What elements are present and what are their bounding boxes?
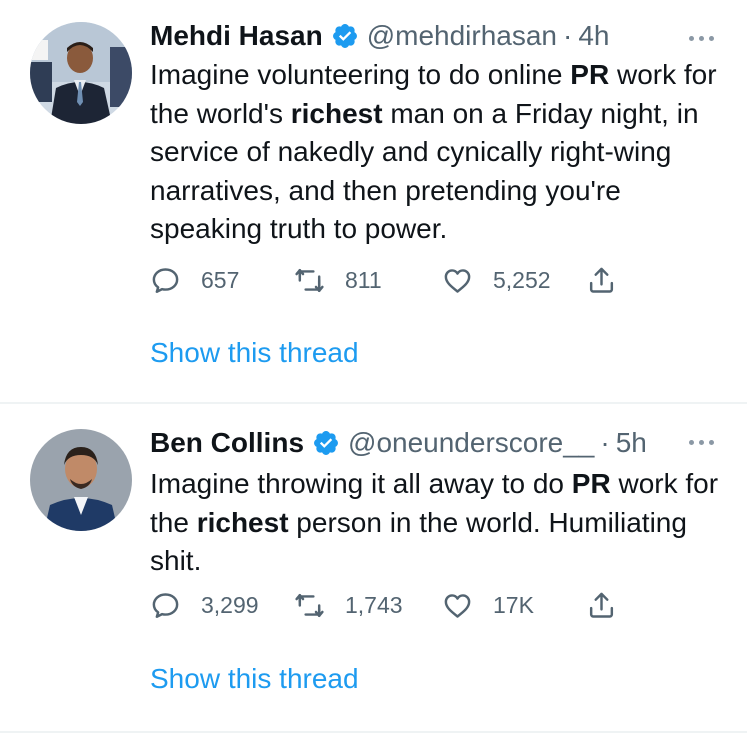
like-count: 17K — [493, 592, 534, 618]
timestamp[interactable]: 4h — [578, 19, 609, 53]
tweet-text-bold: PR — [571, 468, 611, 499]
more-options-icon[interactable] — [689, 440, 714, 445]
tweet-header: Ben Collins @oneunderscore__ · 5h — [150, 426, 647, 460]
more-options-icon[interactable] — [689, 36, 714, 41]
retweet-icon — [295, 268, 324, 293]
reply-button[interactable]: 3,299 — [150, 590, 259, 621]
tweet-text-segment: Imagine throwing it all away to do — [150, 468, 572, 499]
reply-icon — [152, 593, 179, 618]
tweet-header: Mehdi Hasan @mehdirhasan · 4h — [150, 19, 610, 53]
tweet-actions: 3,299 1,743 17K — [150, 590, 620, 624]
tweet-actions: 657 811 5,252 — [150, 265, 620, 299]
author-name[interactable]: Mehdi Hasan — [150, 19, 323, 53]
tweet-text: Imagine throwing it all away to do PR wo… — [150, 465, 730, 581]
tweet[interactable]: Mehdi Hasan @mehdirhasan · 4h Imagine vo… — [0, 0, 747, 403]
separator-dot: · — [600, 427, 610, 458]
timestamp[interactable]: 5h — [616, 426, 647, 460]
share-icon — [589, 592, 614, 618]
like-button[interactable]: 17K — [442, 590, 534, 621]
reply-count: 3,299 — [201, 592, 259, 618]
share-icon — [589, 267, 614, 293]
avatar[interactable] — [30, 429, 132, 531]
retweet-button[interactable]: 811 — [294, 265, 382, 296]
reply-button[interactable]: 657 — [150, 265, 239, 296]
tweet-text-bold: richest — [290, 97, 383, 129]
like-button[interactable]: 5,252 — [442, 265, 551, 296]
reply-icon — [152, 268, 179, 293]
avatar[interactable] — [30, 22, 132, 124]
reply-count: 657 — [201, 267, 240, 293]
retweet-button[interactable]: 1,743 — [294, 590, 403, 621]
heart-icon — [444, 594, 471, 618]
retweet-count: 1,743 — [345, 592, 403, 618]
tweet-divider — [0, 731, 747, 733]
show-thread-link[interactable]: Show this thread — [150, 662, 359, 696]
author-handle[interactable]: @oneunderscore__ — [348, 426, 594, 460]
tweet-text: Imagine volunteering to do online PR wor… — [150, 56, 730, 249]
tweet[interactable]: Ben Collins @oneunderscore__ · 5h Imagin… — [0, 404, 747, 734]
separator-dot: · — [563, 20, 573, 51]
avatar-image — [30, 429, 132, 531]
tweet-text-segment: Imagine volunteering to do online — [150, 59, 571, 90]
retweet-icon — [295, 593, 324, 618]
like-count: 5,252 — [493, 267, 551, 293]
retweet-count: 811 — [345, 267, 382, 293]
verified-badge-icon — [312, 429, 340, 457]
tweet-text-bold: PR — [570, 59, 610, 90]
heart-icon — [444, 269, 471, 293]
share-button[interactable] — [586, 265, 617, 296]
tweet-text-bold: richest — [196, 506, 289, 538]
verified-badge-icon — [331, 22, 359, 50]
author-handle[interactable]: @mehdirhasan — [367, 19, 557, 53]
avatar-image — [30, 22, 132, 124]
author-name[interactable]: Ben Collins — [150, 426, 304, 460]
show-thread-link[interactable]: Show this thread — [150, 336, 359, 370]
share-button[interactable] — [586, 590, 617, 621]
